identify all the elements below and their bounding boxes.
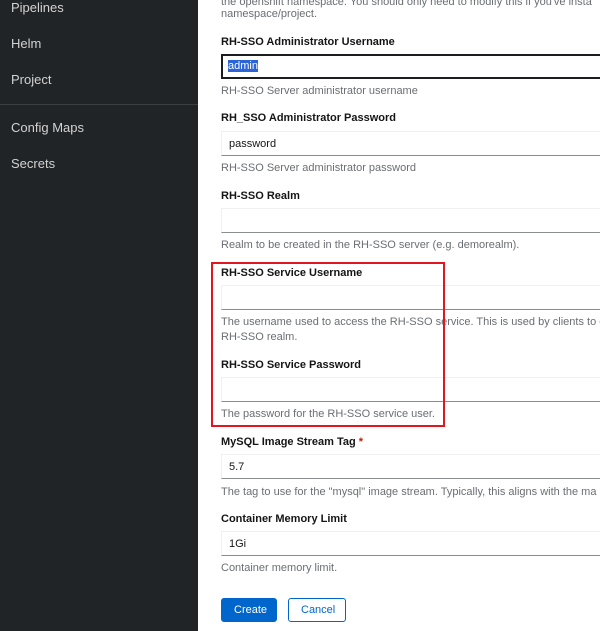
required-marker: *: [358, 436, 364, 448]
sidebar-item-secrets[interactable]: Secrets: [11, 156, 55, 171]
admin-password-field[interactable]: [221, 131, 600, 156]
admin-username-value: admin: [228, 60, 258, 72]
create-button[interactable]: Create: [221, 598, 277, 622]
highlight-annotation-box: [211, 262, 445, 427]
sidebar-item-pipelines[interactable]: Pipelines: [11, 0, 64, 15]
admin-username-field[interactable]: admin: [221, 54, 600, 79]
admin-username-help: RH-SSO Server administrator username: [221, 85, 418, 97]
memory-limit-help: Container memory limit.: [221, 562, 338, 574]
sidebar-divider: [0, 104, 198, 105]
mysql-tag-field[interactable]: [221, 454, 600, 479]
mysql-tag-label: MySQL Image Stream Tag *: [221, 436, 363, 448]
cancel-button[interactable]: Cancel: [288, 598, 346, 622]
sidebar-item-helm[interactable]: Helm: [11, 36, 41, 51]
form-panel: the openshift namespace. You should only…: [198, 0, 600, 631]
memory-limit-label: Container Memory Limit: [221, 513, 347, 525]
memory-limit-field[interactable]: [221, 531, 600, 556]
mysql-tag-help: The tag to use for the "mysql" image str…: [221, 486, 597, 498]
sidebar-item-project[interactable]: Project: [11, 72, 51, 87]
realm-help: Realm to be created in the RH-SSO server…: [221, 239, 520, 251]
admin-username-label: RH-SSO Administrator Username: [221, 36, 395, 48]
realm-label: RH-SSO Realm: [221, 190, 300, 202]
realm-field[interactable]: [221, 208, 600, 233]
mysql-tag-label-text: MySQL Image Stream Tag: [221, 436, 356, 448]
admin-password-help: RH-SSO Server administrator password: [221, 162, 417, 174]
sidebar-item-config-maps[interactable]: Config Maps: [11, 120, 84, 135]
sidebar-nav: Pipelines Helm Project Config Maps Secre…: [0, 0, 198, 631]
admin-password-label: RH_SSO Administrator Password: [221, 112, 397, 124]
namespace-help-text-cont: namespace/project.: [221, 8, 317, 20]
